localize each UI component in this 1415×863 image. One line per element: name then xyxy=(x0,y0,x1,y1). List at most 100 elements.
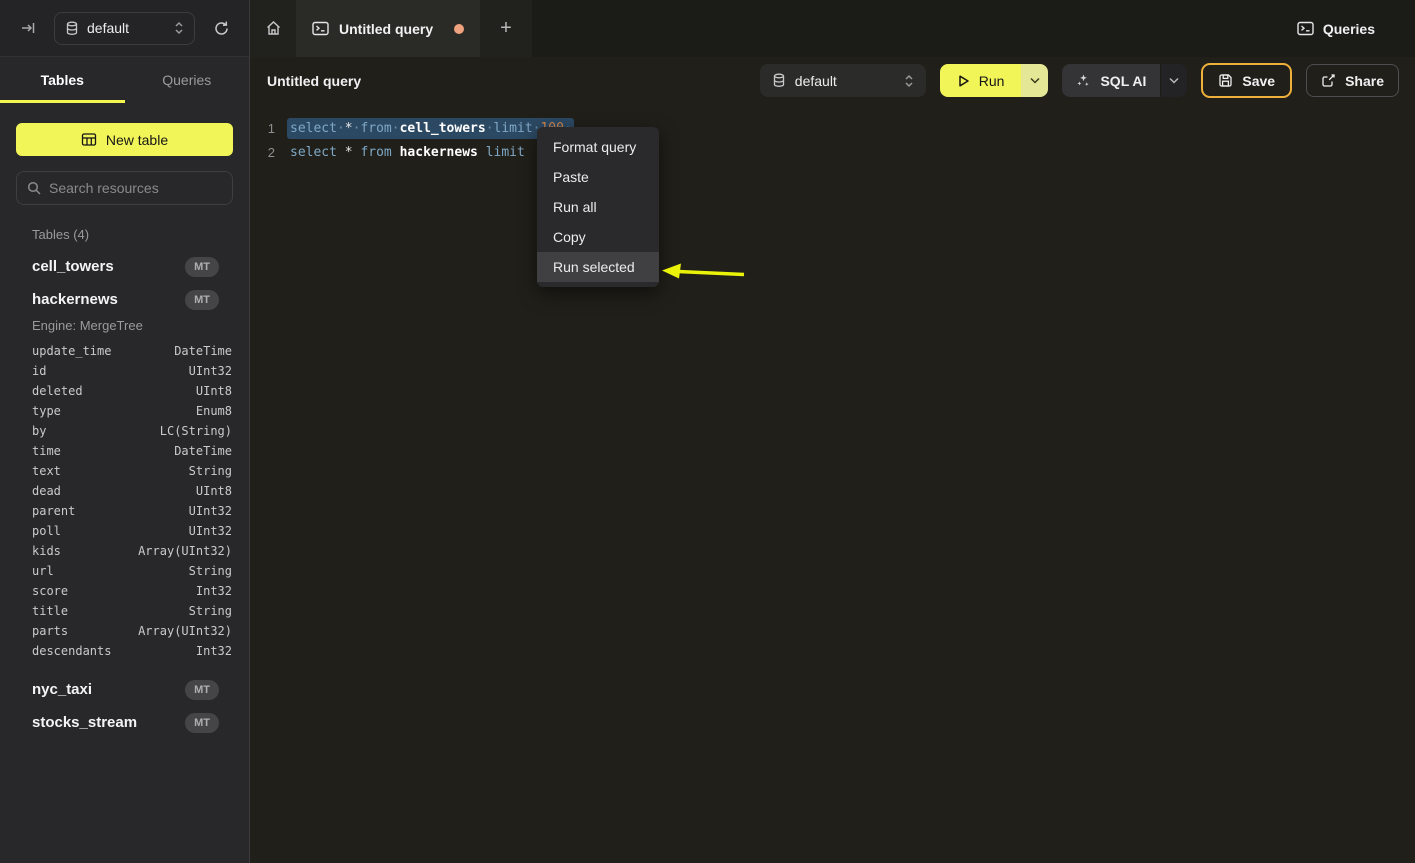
sql-ai-label: SQL AI xyxy=(1100,73,1146,89)
new-table-button[interactable]: New table xyxy=(16,123,233,156)
unsaved-changes-dot xyxy=(454,24,464,34)
refresh-button[interactable] xyxy=(207,14,235,42)
column-row: titleString xyxy=(0,601,249,621)
column-type: UInt8 xyxy=(196,484,232,498)
new-tab-button[interactable]: + xyxy=(480,0,532,57)
table-name: nyc_taxi xyxy=(32,681,185,698)
plus-icon: + xyxy=(500,17,512,40)
table-name: hackernews xyxy=(32,291,185,308)
table-item-stocks-stream[interactable]: stocks_stream MT xyxy=(0,706,249,739)
column-type: Enum8 xyxy=(196,404,232,418)
engine-label: Engine: MergeTree xyxy=(32,318,249,333)
editor-context-menu: Format query Paste Run all Copy Run sele… xyxy=(537,127,659,287)
share-button-label: Share xyxy=(1345,73,1384,89)
column-name: by xyxy=(32,424,160,438)
table-item-nyc-taxi[interactable]: nyc_taxi MT xyxy=(0,673,249,706)
column-type: UInt32 xyxy=(189,364,232,378)
column-name: score xyxy=(32,584,196,598)
chevron-updown-icon xyxy=(904,74,914,88)
sparkles-icon xyxy=(1076,73,1091,88)
top-bar-spacer xyxy=(532,0,1285,57)
run-button-label: Run xyxy=(979,73,1005,89)
line-number: 2 xyxy=(251,145,275,160)
home-button[interactable] xyxy=(250,0,296,57)
column-name: parts xyxy=(32,624,138,638)
share-button[interactable]: Share xyxy=(1306,64,1399,97)
chevron-down-icon xyxy=(1169,77,1179,84)
engine-badge: MT xyxy=(185,680,219,700)
query-title: Untitled query xyxy=(267,73,361,89)
table-item-cell-towers[interactable]: cell_towers MT xyxy=(0,250,249,283)
tab-label: Untitled query xyxy=(339,21,444,37)
column-name: poll xyxy=(32,524,189,538)
refresh-icon xyxy=(213,20,230,37)
play-icon xyxy=(957,74,970,88)
column-row: timeDateTime xyxy=(0,441,249,461)
menu-item-run-selected[interactable]: Run selected xyxy=(537,252,659,282)
column-type: String xyxy=(189,604,232,618)
chevron-updown-icon xyxy=(174,21,184,35)
column-row: kidsArray(UInt32) xyxy=(0,541,249,561)
column-row: deletedUInt8 xyxy=(0,381,249,401)
database-icon xyxy=(65,21,79,36)
terminal-icon xyxy=(1297,21,1314,36)
column-row: typeEnum8 xyxy=(0,401,249,421)
menu-item-copy[interactable]: Copy xyxy=(537,222,659,252)
sidebar-tab-tables[interactable]: Tables xyxy=(0,57,125,103)
column-row: partsArray(UInt32) xyxy=(0,621,249,641)
sidebar-tabs: Tables Queries xyxy=(0,57,249,103)
column-name: descendants xyxy=(32,644,196,658)
home-icon xyxy=(265,20,282,37)
engine-badge: MT xyxy=(185,257,219,277)
sql-editor[interactable]: 1select·*·from·cell_towers·limit·100· 2s… xyxy=(251,104,1415,164)
run-button-group: Run xyxy=(940,64,1049,97)
share-icon xyxy=(1321,73,1336,88)
table-item-hackernews[interactable]: hackernews MT xyxy=(0,283,249,316)
database-icon xyxy=(772,73,786,88)
column-row: byLC(String) xyxy=(0,421,249,441)
menu-item-run-all[interactable]: Run all xyxy=(537,192,659,222)
top-bar-left: default xyxy=(0,0,250,57)
table-name: cell_towers xyxy=(32,258,185,275)
database-selector[interactable]: default xyxy=(54,12,195,45)
query-database-value: default xyxy=(795,73,895,89)
query-database-selector[interactable]: default xyxy=(760,64,926,97)
table-grid-icon xyxy=(81,132,97,147)
column-type: UInt32 xyxy=(189,504,232,518)
code-line-2[interactable]: 2select * from hackernews limit xyxy=(251,140,1415,164)
sql-ai-button-group: SQL AI xyxy=(1062,64,1187,97)
run-options-button[interactable] xyxy=(1021,64,1048,97)
sql-ai-options-button[interactable] xyxy=(1160,64,1187,97)
chevron-down-icon xyxy=(1030,77,1040,84)
run-button[interactable]: Run xyxy=(940,64,1022,97)
column-name: deleted xyxy=(32,384,196,398)
queries-button[interactable]: Queries xyxy=(1285,0,1415,57)
column-name: text xyxy=(32,464,189,478)
code-line-1[interactable]: 1select·*·from·cell_towers·limit·100· xyxy=(251,116,1415,140)
column-row: deadUInt8 xyxy=(0,481,249,501)
search-icon xyxy=(27,181,41,195)
engine-badge: MT xyxy=(185,290,219,310)
column-type: LC(String) xyxy=(160,424,232,438)
column-name: update_time xyxy=(32,344,174,358)
column-row: pollUInt32 xyxy=(0,521,249,541)
sidebar: Tables Queries New table Tables (4) cell… xyxy=(0,57,250,863)
column-name: time xyxy=(32,444,174,458)
column-name: parent xyxy=(32,504,189,518)
main-panel: Untitled query default Run xyxy=(251,57,1415,863)
column-name: dead xyxy=(32,484,196,498)
menu-item-paste[interactable]: Paste xyxy=(537,162,659,192)
search-input[interactable] xyxy=(49,180,222,196)
save-button[interactable]: Save xyxy=(1201,63,1292,98)
column-type: String xyxy=(189,464,232,478)
sql-ai-button[interactable]: SQL AI xyxy=(1062,64,1160,97)
tab-untitled-query[interactable]: Untitled query xyxy=(296,0,480,57)
collapse-sidebar-button[interactable] xyxy=(14,14,42,42)
column-name: url xyxy=(32,564,189,578)
menu-item-format-query[interactable]: Format query xyxy=(537,132,659,162)
new-table-label: New table xyxy=(106,132,168,148)
sidebar-tab-queries[interactable]: Queries xyxy=(125,57,250,103)
terminal-icon xyxy=(312,21,329,36)
column-type: Int32 xyxy=(196,584,232,598)
database-selector-value: default xyxy=(87,20,166,36)
